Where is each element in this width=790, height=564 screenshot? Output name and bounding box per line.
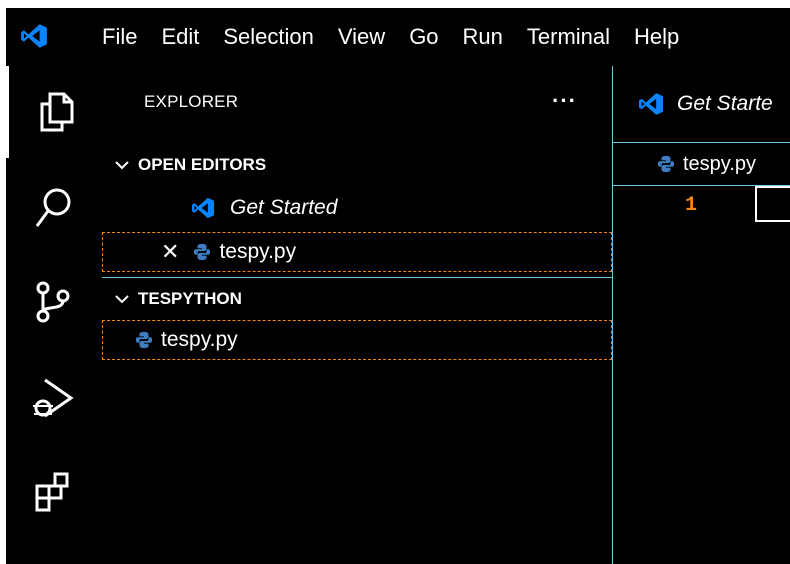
chevron-down-icon	[115, 161, 129, 170]
close-icon[interactable]: ✕	[161, 239, 179, 265]
vscode-logo-icon	[639, 93, 663, 115]
activity-run-debug[interactable]	[6, 352, 100, 444]
breadcrumb[interactable]: tespy.py	[613, 143, 790, 186]
activity-search[interactable]	[6, 162, 100, 254]
open-editors-label: OPEN EDITORS	[138, 155, 267, 174]
menu-go[interactable]: Go	[397, 24, 450, 50]
python-icon	[135, 331, 153, 349]
search-icon	[35, 188, 71, 227]
activity-explorer[interactable]	[6, 66, 103, 158]
explorer-sidebar: EXPLORER ··· OPEN EDITORS Get Started ✕ …	[102, 66, 613, 564]
vscode-logo-icon	[191, 197, 215, 219]
menu-bar: File Edit Selection View Go Run Terminal…	[6, 8, 790, 67]
menu-view[interactable]: View	[326, 24, 397, 50]
line-number: 1	[685, 194, 698, 217]
python-icon	[194, 243, 211, 261]
file-tree-label: tespy.py	[161, 328, 238, 351]
open-editor-tespy[interactable]: ✕ tespy.py	[102, 232, 612, 272]
more-actions-button[interactable]: ···	[552, 88, 577, 114]
menu-help[interactable]: Help	[622, 24, 691, 50]
vscode-window: File Edit Selection View Go Run Terminal…	[6, 8, 790, 564]
activity-extensions[interactable]	[6, 446, 100, 538]
open-editor-label: Get Started	[230, 196, 338, 219]
menu-run[interactable]: Run	[451, 24, 515, 50]
menu-selection[interactable]: Selection	[211, 24, 326, 50]
sidebar-title: EXPLORER	[144, 92, 239, 111]
extensions-icon	[35, 472, 69, 512]
editor-area: Get Starte tespy.py 1	[613, 66, 790, 564]
menu-edit[interactable]: Edit	[149, 24, 211, 50]
section-divider	[102, 277, 612, 278]
explorer-icon	[40, 92, 74, 132]
menu-items: File Edit Selection View Go Run Terminal…	[90, 8, 691, 66]
file-tree-item-tespy[interactable]: tespy.py	[102, 320, 612, 360]
vscode-logo-icon	[21, 24, 47, 48]
activity-source-control[interactable]	[6, 256, 100, 348]
open-editors-header[interactable]: OPEN EDITORS	[102, 146, 612, 184]
run-debug-icon	[33, 378, 74, 418]
source-control-icon	[36, 281, 70, 323]
chevron-down-icon	[115, 295, 129, 304]
folder-header[interactable]: TESPYTHON	[102, 280, 612, 318]
editor-tab-label: Get Starte	[677, 92, 773, 115]
breadcrumb-file[interactable]: tespy.py	[683, 153, 756, 176]
open-editor-label: tespy.py	[219, 240, 297, 263]
menu-terminal[interactable]: Terminal	[515, 24, 622, 50]
open-editor-get-started[interactable]: Get Started	[102, 188, 612, 228]
activity-bar	[6, 66, 103, 564]
python-icon	[657, 155, 675, 173]
current-line-highlight[interactable]	[755, 186, 790, 222]
folder-label: TESPYTHON	[138, 289, 242, 308]
editor-tab-get-started[interactable]: Get Starte	[613, 66, 790, 143]
menu-file[interactable]: File	[90, 24, 149, 50]
